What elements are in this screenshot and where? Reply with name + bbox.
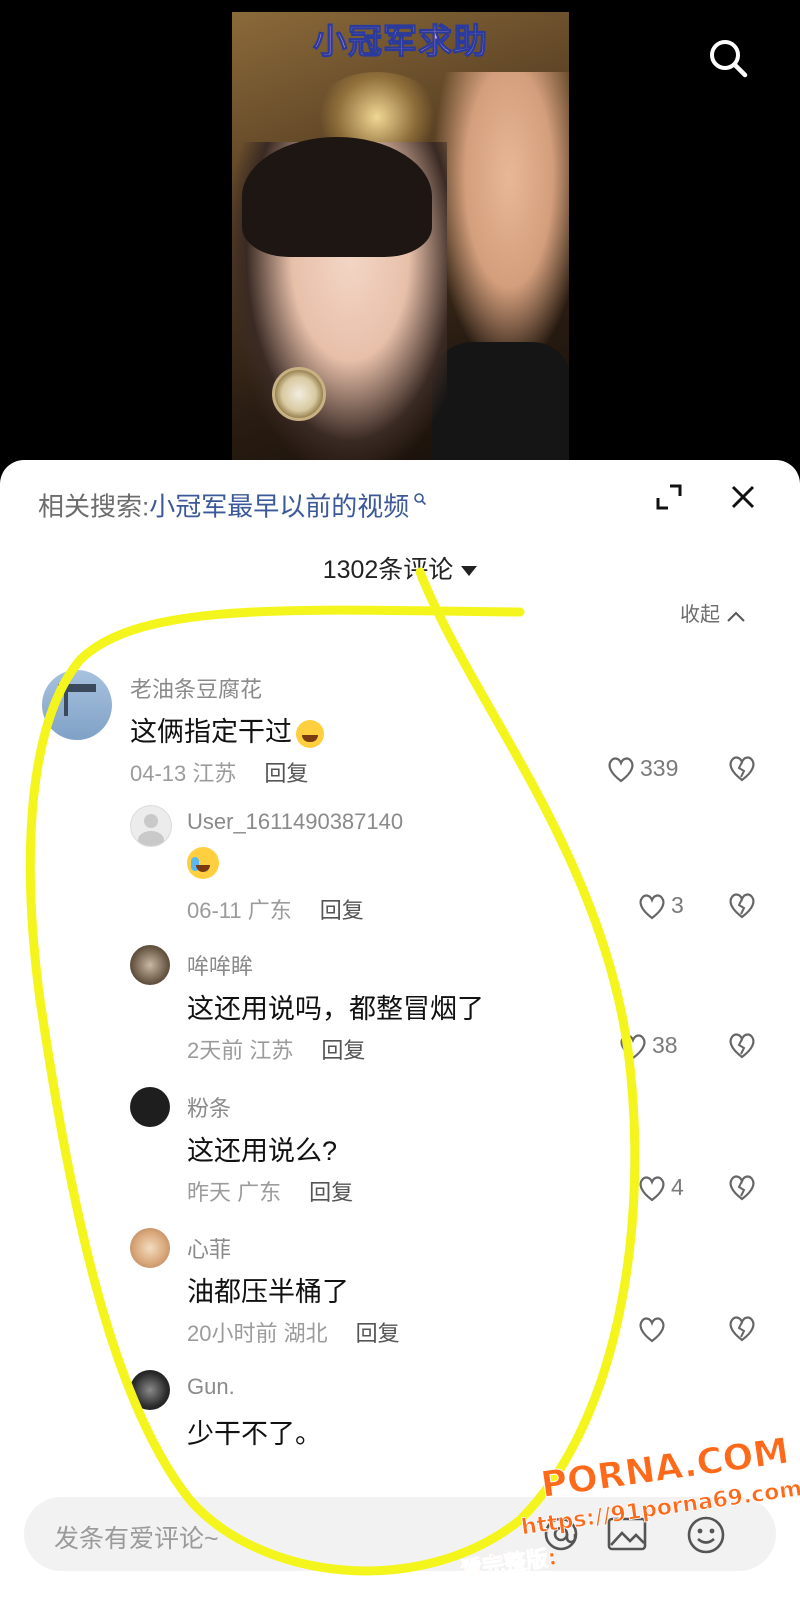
avatar[interactable] — [130, 805, 172, 847]
search-icon[interactable] — [706, 36, 750, 80]
comment-username[interactable]: Gun. — [187, 1374, 235, 1400]
heart-icon — [608, 757, 634, 783]
laughing-tears-emoji-icon — [296, 719, 324, 748]
broken-heart-icon — [729, 756, 755, 782]
collapse-label: 收起 — [680, 604, 720, 626]
chevron-up-icon — [727, 611, 745, 622]
like-button[interactable]: 38 — [618, 1031, 678, 1060]
comment-text: 油都压半桶了 — [187, 1277, 349, 1307]
comment-count[interactable]: 1302条评论 — [0, 550, 800, 586]
comment-username[interactable]: 老油条豆腐花 — [130, 672, 262, 704]
broken-heart-icon — [729, 1033, 755, 1059]
comment-meta: 2天前 江苏 回复 — [187, 1038, 366, 1063]
reply-button[interactable]: 回复 — [356, 1321, 400, 1346]
reply-button[interactable]: 回复 — [264, 761, 308, 786]
avatar[interactable] — [130, 1228, 170, 1268]
avatar[interactable] — [130, 945, 170, 985]
comment-meta: 20小时前 湖北 回复 — [187, 1321, 400, 1346]
man-image — [432, 72, 569, 372]
reply-button[interactable]: 回复 — [320, 898, 364, 923]
dislike-button[interactable] — [726, 1031, 758, 1059]
broken-heart-icon — [729, 893, 755, 919]
comment-input[interactable]: 发条有爱评论~ — [24, 1497, 776, 1571]
close-icon[interactable] — [728, 482, 758, 512]
mini-search-icon — [413, 482, 427, 513]
reply-button[interactable]: 回复 — [321, 1038, 365, 1063]
like-button[interactable] — [637, 1314, 671, 1343]
heart-icon — [639, 894, 665, 920]
comment-meta: 04-13 江苏 回复 — [130, 761, 309, 786]
related-search-label: 相关搜索: — [38, 491, 150, 522]
video-player[interactable]: 小冠军求助 — [0, 0, 800, 470]
shirt-image — [432, 342, 569, 467]
comment-meta: 06-11 广东 回复 — [187, 898, 364, 923]
comment-text: 这俩指定干过 — [130, 710, 324, 749]
collapse-button[interactable]: 收起 — [680, 598, 746, 627]
avatar[interactable] — [130, 1087, 170, 1127]
avatar[interactable] — [42, 670, 112, 740]
broken-heart-icon — [729, 1316, 755, 1342]
comment-text: 这还用说么? — [187, 1136, 338, 1166]
like-button[interactable]: 339 — [606, 754, 678, 783]
comment-meta: 昨天 广东 回复 — [187, 1180, 354, 1205]
video-frame[interactable]: 小冠军求助 — [232, 12, 569, 467]
comment-text — [187, 847, 219, 886]
dropdown-triangle-icon — [461, 566, 478, 577]
comment-text: 这还用说吗，都整冒烟了 — [187, 994, 484, 1024]
emoji-icon[interactable] — [686, 1515, 726, 1560]
heart-icon — [639, 1176, 665, 1202]
expand-icon[interactable] — [654, 482, 684, 512]
comments-sheet: 相关搜索:小冠军最早以前的视频 1302条评论 收起 老油条豆腐花 这俩指定干过… — [0, 460, 800, 1605]
dislike-button[interactable] — [726, 754, 758, 782]
dislike-button[interactable] — [726, 1173, 758, 1201]
hair-image — [242, 137, 432, 257]
comment-input-placeholder: 发条有爱评论~ — [54, 1525, 219, 1553]
video-title-overlay: 小冠军求助 — [312, 21, 488, 62]
reply-button[interactable]: 回复 — [309, 1180, 353, 1205]
comment-username[interactable]: User_1611490387140 — [187, 809, 403, 835]
comment-username[interactable]: 心菲 — [187, 1232, 231, 1264]
comment-username[interactable]: 哞哞眸 — [187, 949, 253, 981]
dislike-button[interactable] — [726, 891, 758, 919]
image-icon[interactable] — [606, 1515, 648, 1558]
broken-heart-icon — [729, 1175, 755, 1201]
like-button[interactable]: 3 — [637, 891, 684, 920]
dislike-button[interactable] — [726, 1314, 758, 1342]
related-search: 相关搜索:小冠军最早以前的视频 — [38, 482, 427, 524]
like-button[interactable]: 4 — [637, 1173, 684, 1202]
crying-emoji-icon — [187, 847, 219, 879]
comment-username[interactable]: 粉条 — [187, 1091, 231, 1123]
watch-image — [272, 367, 326, 421]
avatar[interactable] — [130, 1370, 170, 1410]
at-mention-icon[interactable] — [542, 1515, 580, 1558]
related-search-link[interactable]: 小冠军最早以前的视频 — [149, 492, 409, 522]
comment-count-label: 1302条评论 — [322, 556, 454, 584]
heart-icon — [620, 1034, 646, 1060]
comment-text: 少干不了。 — [187, 1419, 322, 1449]
heart-icon — [639, 1317, 665, 1343]
